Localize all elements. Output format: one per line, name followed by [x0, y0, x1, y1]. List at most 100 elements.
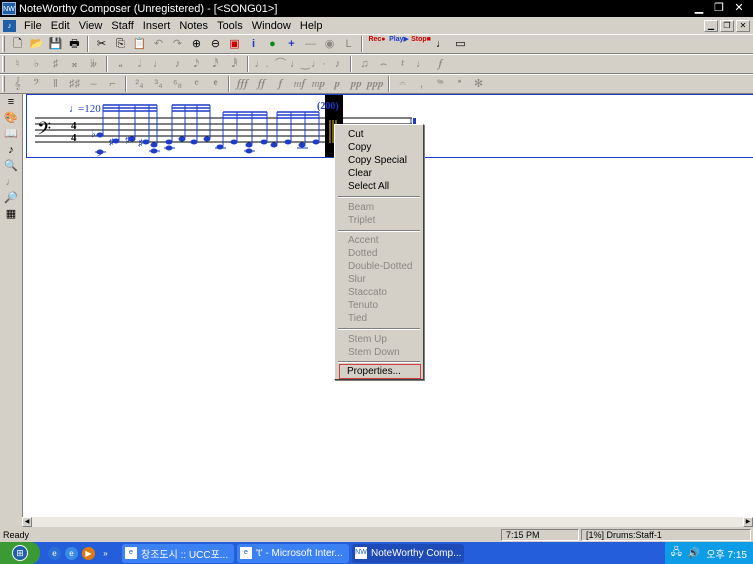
cm-double-dotted[interactable]: Double-Dotted: [336, 260, 422, 273]
media-player-icon[interactable]: ▶: [82, 546, 95, 560]
bass-clef-icon[interactable]: 𝄢: [27, 76, 46, 93]
beam-icon[interactable]: ♫: [355, 56, 374, 73]
copy-icon[interactable]: ⎘: [111, 36, 130, 53]
cm-dotted[interactable]: Dotted: [336, 247, 422, 260]
menu-edit[interactable]: Edit: [47, 20, 75, 32]
ie-alt-icon[interactable]: e: [65, 546, 78, 560]
quarter-note-icon[interactable]: ♩: [149, 56, 168, 73]
triplet-icon[interactable]: ⌢: [374, 56, 393, 73]
add-staff-icon[interactable]: +: [282, 36, 301, 53]
double-flat-icon[interactable]: 𝄫: [84, 56, 103, 73]
ppp-dynamic-icon[interactable]: 𝆏𝆏𝆏: [366, 76, 385, 93]
grid-view-icon[interactable]: ▦: [1, 206, 21, 222]
toolbar-grip[interactable]: [2, 76, 5, 92]
new-file-icon[interactable]: 🗋: [8, 36, 27, 53]
sharp-icon[interactable]: ♯: [46, 56, 65, 73]
task-button-browser1[interactable]: e 창조도시 :: UCC포...: [122, 543, 234, 563]
menu-view[interactable]: View: [75, 20, 108, 32]
cm-copy-special[interactable]: Copy Special: [336, 154, 422, 167]
doc-restore-button[interactable]: ❐: [720, 19, 734, 32]
menu-insert[interactable]: Insert: [139, 20, 176, 32]
document-icon[interactable]: ♪: [3, 19, 16, 32]
menu-staff[interactable]: Staff: [107, 20, 138, 32]
common-time-icon[interactable]: 𝄴: [187, 76, 206, 93]
toolbar-grip[interactable]: [2, 56, 5, 72]
cm-stem-down[interactable]: Stem Down: [336, 346, 422, 359]
score-info-icon[interactable]: ♪: [1, 142, 21, 158]
dotted-icon[interactable]: ♩.: [252, 56, 271, 73]
cm-tied[interactable]: Tied: [336, 312, 422, 325]
sixteenth-note-icon[interactable]: 𝅘𝅥𝅯: [187, 56, 206, 73]
cm-cut[interactable]: Cut: [336, 128, 422, 141]
menu-window[interactable]: Window: [248, 20, 296, 32]
task-button-noteworthy[interactable]: NW NoteWorthy Comp...: [352, 543, 464, 563]
rest-icon[interactable]: 𝄽: [393, 56, 412, 73]
horizontal-scrollbar[interactable]: ◀ ▶: [22, 517, 753, 527]
key-sig-icon[interactable]: ♯♯: [65, 76, 84, 93]
noteworthy-app-icon[interactable]: NW: [2, 2, 16, 15]
time-sig-2-4-icon[interactable]: ²₄: [130, 76, 149, 93]
ie-icon[interactable]: e: [48, 546, 61, 560]
metronome-icon[interactable]: ♩: [432, 36, 451, 53]
slur-icon[interactable]: ♩‿: [290, 56, 310, 73]
cm-tenuto[interactable]: Tenuto: [336, 299, 422, 312]
task-button-browser2[interactable]: e 't' - Microsoft Inter...: [237, 543, 349, 563]
stop-button[interactable]: Stop■: [410, 36, 432, 53]
keyboard-icon[interactable]: ▭: [451, 36, 470, 53]
thirtysecond-note-icon[interactable]: 𝅘𝅥𝅰: [206, 56, 225, 73]
record-button[interactable]: Rec●: [366, 36, 388, 53]
start-button[interactable]: ⊞: [0, 542, 40, 564]
natural-icon[interactable]: ♮: [8, 56, 27, 73]
quicklaunch-chevron-icon[interactable]: »: [99, 547, 112, 560]
globe-icon[interactable]: ●: [263, 36, 282, 53]
mp-dynamic-icon[interactable]: 𝆐𝆏: [309, 76, 328, 93]
cm-stem-up[interactable]: Stem Up: [336, 333, 422, 346]
menu-help[interactable]: Help: [296, 20, 328, 32]
zoom-out-icon[interactable]: ⊖: [206, 36, 225, 53]
cm-select-all[interactable]: Select All: [336, 180, 422, 193]
staff-list-icon[interactable]: ≡: [1, 94, 21, 110]
paste-icon[interactable]: 📋: [130, 36, 149, 53]
cm-properties[interactable]: Properties...: [339, 364, 421, 379]
barline-icon[interactable]: ‖: [46, 76, 65, 93]
half-note-icon[interactable]: 𝅗𝅥: [130, 56, 149, 73]
staccato-icon[interactable]: ♩·: [309, 56, 328, 73]
redo-icon[interactable]: ↷: [168, 36, 187, 53]
grace-note-icon[interactable]: ♪: [328, 56, 347, 73]
menu-notes[interactable]: Notes: [175, 20, 213, 32]
cm-staccato[interactable]: Staccato: [336, 286, 422, 299]
search-icon[interactable]: 🔎: [1, 190, 21, 206]
close-button[interactable]: ✕: [731, 2, 747, 15]
play-button[interactable]: Play▶: [388, 36, 410, 53]
volume-icon[interactable]: 🔊: [688, 548, 700, 559]
book-icon[interactable]: 📖: [1, 126, 21, 142]
p-dynamic-icon[interactable]: 𝆏: [328, 76, 347, 93]
save-icon[interactable]: 💾: [46, 36, 65, 53]
cut-time-icon[interactable]: 𝄵: [206, 76, 225, 93]
fermata-icon[interactable]: 𝄐: [393, 76, 412, 93]
menu-file[interactable]: File: [20, 20, 47, 32]
mf-dynamic-icon[interactable]: 𝆐𝆑: [290, 76, 309, 93]
treble-clef-icon[interactable]: 𝄞: [8, 76, 27, 93]
pedal-release-icon[interactable]: 𝆯: [450, 76, 469, 93]
minimize-button[interactable]: ▁: [691, 2, 707, 15]
maximize-button[interactable]: ❐: [711, 2, 727, 15]
fff-dynamic-icon[interactable]: 𝆑𝆑𝆑: [233, 76, 252, 93]
whole-note-icon[interactable]: 𝅝: [111, 56, 130, 73]
open-folder-icon[interactable]: 📂: [27, 36, 46, 53]
f-dynamic-icon[interactable]: 𝆑: [271, 76, 290, 93]
cm-accent[interactable]: Accent: [336, 234, 422, 247]
print-icon[interactable]: 🖶: [65, 36, 84, 53]
cm-clear[interactable]: Clear: [336, 167, 422, 180]
double-sharp-icon[interactable]: 𝄪: [65, 56, 84, 73]
lyric-icon[interactable]: L: [339, 36, 358, 53]
tray-clock[interactable]: 오후 7:15: [706, 546, 747, 561]
time-sig-3-4-icon[interactable]: ³₄: [149, 76, 168, 93]
cm-beam[interactable]: Beam: [336, 201, 422, 214]
note-entry-icon[interactable]: ♩: [1, 174, 21, 190]
undo-icon[interactable]: ↶: [149, 36, 168, 53]
cm-triplet[interactable]: Triplet: [336, 214, 422, 227]
ending-icon[interactable]: ⌐: [103, 76, 122, 93]
flat-icon[interactable]: ♭: [27, 56, 46, 73]
toolbar-grip[interactable]: [2, 36, 5, 52]
